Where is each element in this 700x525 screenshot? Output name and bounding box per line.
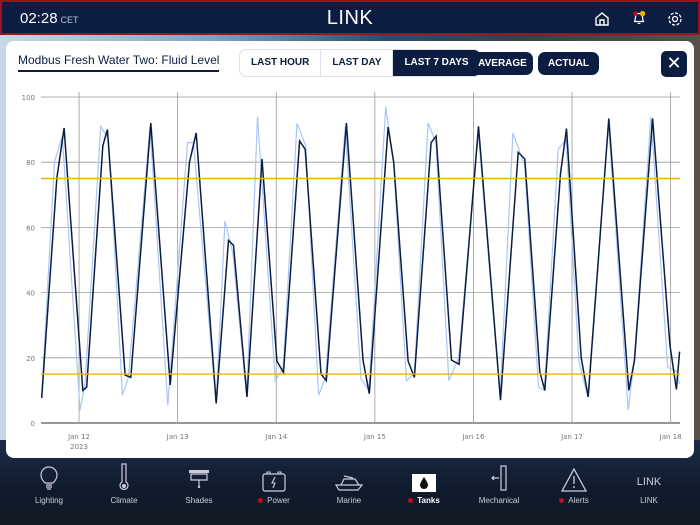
nav-label: Marine [314, 496, 384, 505]
nav-label: LINK [614, 496, 684, 505]
lightbulb-icon [14, 466, 84, 492]
x-tick-label: Jan 15 [363, 433, 386, 441]
nav-label: Tanks [389, 496, 459, 505]
door-icon [464, 465, 534, 492]
yacht-icon [314, 466, 384, 492]
nav-label-text: LINK [640, 496, 658, 505]
nav-label: Shades [164, 496, 234, 505]
shades-icon [164, 466, 234, 492]
nav-item-power[interactable]: Power [239, 466, 309, 505]
nav-label-text: Lighting [34, 496, 64, 505]
nav-item-alerts[interactable]: Alerts [539, 466, 609, 505]
alert-dot-icon [258, 498, 264, 504]
nav-label: Climate [89, 496, 159, 505]
water-drop-icon [389, 466, 459, 492]
battery-icon [239, 466, 309, 492]
nav-item-shades[interactable]: Shades [164, 466, 234, 505]
alert-dot-icon [408, 498, 414, 504]
nav-label-text: Shades [185, 496, 213, 505]
nav-item-tanks[interactable]: Tanks [389, 466, 459, 505]
fluid-level-chart: 0 20 40 60 80 100 Jan 12 2023 Jan 13 Jan 14 Jan 15… [22, 92, 682, 451]
x-tick-label: Jan 13 [166, 433, 189, 441]
x-tick-label: Jan 12 [67, 433, 90, 441]
series-line-actual [41, 106, 681, 411]
x-tick-label: Jan 18 [659, 433, 682, 441]
nav-label-text: Mechanical [478, 496, 520, 505]
nav-item-lighting[interactable]: Lighting [14, 466, 84, 505]
y-tick-label: 100 [22, 94, 35, 102]
x-tick-label: Jan 14 [264, 433, 287, 441]
thermometer-icon [89, 463, 159, 492]
link-icon-text: LINK [636, 476, 662, 488]
link-text-icon: LINK [614, 466, 684, 492]
nav-label: Lighting [14, 496, 84, 505]
y-tick-label: 60 [26, 224, 35, 232]
y-tick-label: 20 [26, 355, 35, 363]
nav-label-text: Alerts [568, 496, 589, 505]
x-tick-sublabel: 2023 [70, 443, 88, 451]
y-tick-label: 80 [26, 159, 35, 167]
nav-label-text: Climate [110, 496, 138, 505]
y-tick-label: 40 [26, 290, 35, 298]
nav-label: Mechanical [464, 496, 534, 505]
nav-label-text: Marine [336, 496, 362, 505]
y-tick-label: 0 [31, 420, 35, 428]
nav-item-link[interactable]: LINK LINK [614, 466, 684, 505]
nav-label: Alerts [539, 496, 609, 505]
nav-label: Power [239, 496, 309, 505]
nav-item-mechanical[interactable]: Mechanical [464, 465, 534, 505]
x-tick-label: Jan 17 [560, 433, 583, 441]
series-line-average [40, 118, 681, 404]
nav-label-text: Power [267, 496, 290, 505]
nav-item-climate[interactable]: Climate [89, 463, 159, 505]
warning-icon [539, 466, 609, 492]
nav-item-marine[interactable]: Marine [314, 466, 384, 505]
nav-label-text: Tanks [417, 496, 440, 505]
alert-dot-icon [559, 498, 565, 504]
x-tick-label: Jan 16 [461, 433, 484, 441]
